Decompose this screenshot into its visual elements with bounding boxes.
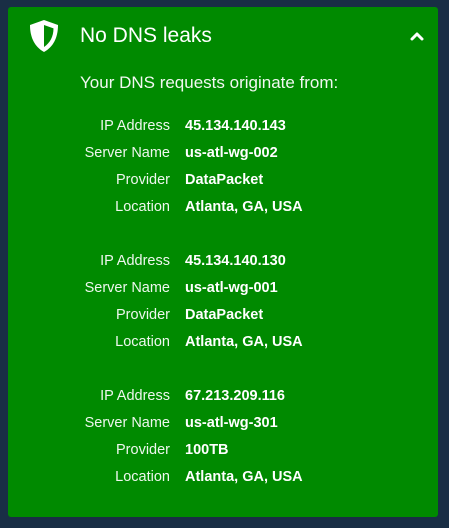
dns-server-ip-row: IP Address 67.213.209.116 [8,385,438,407]
server-name-value: us-atl-wg-301 [185,415,278,431]
location-value: Atlanta, GA, USA [185,199,303,215]
dns-server-ip-row: IP Address 45.134.140.143 [8,115,438,137]
server-name-label: Server Name [84,145,170,161]
ip-address-label: IP Address [100,118,170,134]
location-label: Location [115,469,170,485]
dns-server-provider-row: Provider 100TB [8,439,438,461]
provider-label: Provider [116,172,170,188]
dns-server-provider-row: Provider DataPacket [8,304,438,326]
provider-label: Provider [116,307,170,323]
provider-value: DataPacket [185,307,264,323]
location-value: Atlanta, GA, USA [185,334,303,350]
ip-address-value: 67.213.209.116 [185,388,285,404]
dns-server-name-row: Server Name us-atl-wg-301 [8,412,438,434]
dns-leak-panel: No DNS leaks Your DNS requests originate… [8,7,438,517]
provider-value: DataPacket [185,172,264,188]
provider-label: Provider [116,442,170,458]
server-name-value: us-atl-wg-001 [185,280,278,296]
dns-server-location-row: Location Atlanta, GA, USA [8,466,438,488]
server-name-label: Server Name [84,415,170,431]
location-label: Location [115,199,170,215]
ip-address-value: 45.134.140.143 [185,118,286,134]
dns-server-location-row: Location Atlanta, GA, USA [8,196,438,218]
location-value: Atlanta, GA, USA [185,469,303,485]
dns-server-name-row: Server Name us-atl-wg-001 [8,277,438,299]
server-name-label: Server Name [84,280,170,296]
dns-server-ip-row: IP Address 45.134.140.130 [8,250,438,272]
location-label: Location [115,334,170,350]
ip-address-label: IP Address [100,253,170,269]
server-name-value: us-atl-wg-002 [185,145,278,161]
dns-server-provider-row: Provider DataPacket [8,169,438,191]
dns-server-list: IP Address 45.134.140.143 Server Name us… [8,7,438,517]
ip-address-value: 45.134.140.130 [185,253,286,269]
ip-address-label: IP Address [100,388,170,404]
dns-server-name-row: Server Name us-atl-wg-002 [8,142,438,164]
dns-server-location-row: Location Atlanta, GA, USA [8,331,438,353]
provider-value: 100TB [185,442,229,458]
